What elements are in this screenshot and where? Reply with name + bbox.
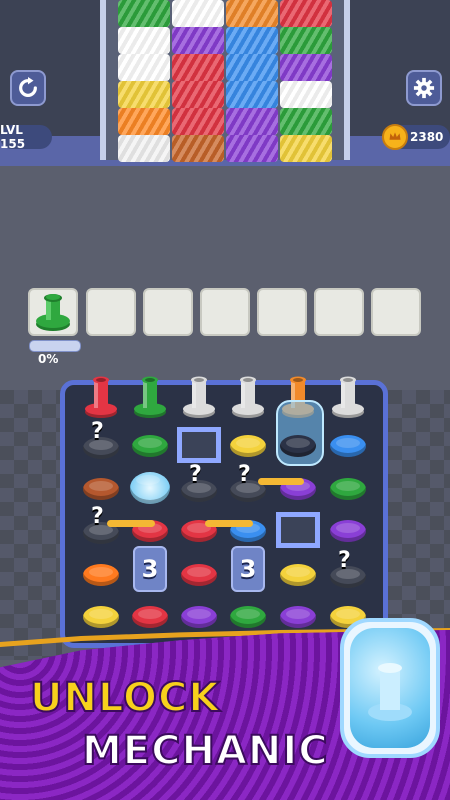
yarn-block [226, 108, 278, 135]
yarn-block [118, 27, 170, 54]
yarn-block [280, 135, 332, 162]
yarn-block [118, 108, 170, 135]
progress-label: 0% [38, 352, 59, 366]
collector-slot[interactable] [86, 288, 136, 336]
yarn-block [226, 135, 278, 162]
yarn-block [280, 27, 332, 54]
collector-slot-active[interactable] [28, 288, 78, 336]
yarn-block [172, 108, 224, 135]
collector-slot[interactable] [257, 288, 307, 336]
progress-bar [29, 340, 81, 352]
green-spool-icon [36, 294, 70, 331]
yarn-block [226, 27, 278, 54]
yarn-block [172, 81, 224, 108]
game-board [60, 380, 388, 648]
yarn-rack [100, 0, 350, 162]
coin-count: 2380 [410, 130, 444, 144]
settings-button[interactable] [406, 70, 442, 106]
yarn-block [226, 81, 278, 108]
collector-slot[interactable] [371, 288, 421, 336]
yarn-block [118, 135, 170, 162]
banner-title-line2: MECHANIC [81, 727, 329, 775]
yarn-column-2 [172, 0, 224, 162]
yarn-block [118, 0, 170, 27]
yarn-column-4 [280, 0, 332, 162]
yarn-block [280, 108, 332, 135]
yarn-column-3 [226, 0, 278, 162]
yarn-column-1 [118, 0, 170, 162]
level-label: LVL 155 [0, 123, 26, 151]
yarn-block [172, 27, 224, 54]
yarn-block [280, 0, 332, 27]
gear-icon [413, 77, 435, 99]
yarn-block [226, 0, 278, 27]
collector-slot[interactable] [143, 288, 193, 336]
restart-button[interactable] [10, 70, 46, 106]
collector-slot[interactable] [314, 288, 364, 336]
collector-slot[interactable] [200, 288, 250, 336]
yarn-block [172, 54, 224, 81]
yarn-block [226, 54, 278, 81]
frozen-spool-showcase [340, 618, 440, 758]
coin-icon [382, 124, 408, 150]
restart-icon [19, 77, 37, 97]
yarn-block [118, 81, 170, 108]
ice-spool-icon [368, 663, 412, 721]
yarn-block [280, 81, 332, 108]
yarn-block [118, 54, 170, 81]
level-badge: LVL 155 [0, 123, 52, 151]
yarn-block [172, 135, 224, 162]
yarn-block [172, 0, 224, 27]
left-wall [0, 390, 62, 660]
banner-title-line1: UNLOCK [29, 674, 221, 722]
yarn-block [280, 54, 332, 81]
